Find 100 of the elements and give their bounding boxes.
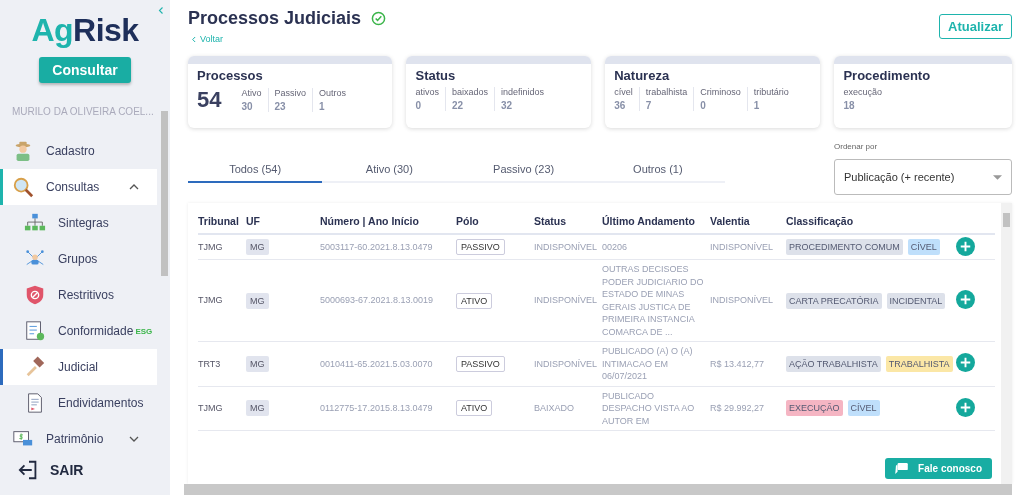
stat-value: 36 — [614, 100, 627, 111]
card-title: Natureza — [614, 68, 671, 83]
classification-tag: CÍVEL — [907, 239, 940, 255]
esg-label: ESG — [135, 326, 153, 336]
stat-label: ativos — [415, 87, 439, 97]
card-title: Procedimento — [843, 68, 932, 83]
table-cell-text: 0010411-65.2021.5.03.0070 — [320, 357, 434, 371]
nav-item[interactable]: Consultas — [0, 169, 157, 205]
chevron-left-icon — [191, 35, 196, 43]
stat-label: indefinidos — [501, 87, 545, 97]
table-cell-text: INDISPONÍVEL — [534, 294, 599, 308]
stat-label: tributário — [753, 87, 789, 97]
nav-subitem[interactable]: Judicial — [0, 349, 157, 385]
state-tag: MG — [246, 355, 269, 372]
stat-label: Passivo — [274, 88, 306, 98]
shield-icon — [24, 284, 46, 306]
table-cell-text: TJMG — [198, 240, 224, 254]
table-cell-text: R$ 29.992,27 — [710, 402, 766, 415]
table-cell-text: PUBLICADO DESPACHO VISTA AO AUTOR EM — [602, 389, 696, 428]
table-cell-text: OUTRAS DECISOES PODER JUDICIARIO DO ESTADO DE MINAS GERAIS JUSTICA DE PRIMEIRA INSTANCIA COMARCA DE ... — [602, 263, 705, 339]
logout-button[interactable]: SAIR — [12, 459, 90, 481]
user-name: MURILO DA OLIVEIRA COEL... — [11, 105, 155, 119]
sort-select[interactable]: Publicação (+ recente) — [834, 159, 1012, 195]
stat-value: 30 — [241, 101, 254, 112]
classification-tag: INCIDENTAL — [886, 292, 946, 309]
classification-tag: TRABALHISTA — [885, 355, 953, 372]
column-header: UF — [246, 214, 261, 229]
stat-value: 7 — [645, 100, 653, 111]
tab[interactable]: Ativo (30) — [322, 157, 457, 183]
table-cell-text: INDISPONÍVEL — [534, 357, 599, 371]
stat-value: 18 — [843, 100, 856, 111]
nav-subitem[interactable]: Grupos — [0, 241, 157, 277]
polo-tag: PASSIVO — [456, 239, 505, 255]
column-header: Tribunal — [198, 214, 240, 229]
nav-subitem[interactable]: Conformidade ESG — [0, 313, 157, 349]
nav-subitem[interactable]: Restritivos — [0, 277, 157, 313]
checklist-icon — [24, 320, 46, 342]
table-cell-text: 0112775-17.2015.8.13.0479 — [320, 402, 434, 415]
table-cell-text: INDISPONÍVEL — [710, 294, 775, 308]
total-count: 54 — [197, 87, 222, 113]
state-tag: MG — [246, 292, 269, 309]
stat-label: Criminoso — [700, 87, 741, 97]
polo-tag: ATIVO — [456, 400, 493, 417]
nav-subitem[interactable]: Endividamentos — [0, 385, 157, 421]
stat-label: trabalhista — [645, 87, 688, 97]
table-cell-text: 5000693-67.2021.8.13.0019 — [320, 294, 435, 308]
nav-item[interactable]: Cadastro — [0, 133, 157, 169]
column-header: Classificação — [786, 214, 855, 229]
logo: AgRisk — [31, 12, 139, 49]
table-cell-text: TRT3 — [198, 357, 222, 371]
stat-label: execução — [843, 87, 882, 97]
tab[interactable]: Todos (54) — [188, 157, 323, 183]
stat-value: 0 — [700, 100, 707, 111]
stat-value: 0 — [415, 100, 423, 111]
classification-tag: AÇÃO TRABALHISTA — [786, 355, 881, 372]
tab[interactable]: Outros (1) — [590, 157, 725, 183]
add-icon[interactable] — [956, 290, 975, 309]
classification-tag: EXECUÇÃO — [786, 400, 843, 417]
classification-tag: CARTA PRECATÓRIA — [786, 292, 882, 309]
column-header: Último Andamento — [602, 214, 696, 229]
table-cell-text: 5003117-60.2021.8.13.0479 — [320, 240, 434, 254]
magnifier-icon — [12, 176, 34, 198]
caret-icon — [993, 174, 1002, 180]
table-cell-text: TJMG — [198, 402, 224, 415]
polo-tag: ATIVO — [456, 292, 493, 309]
scrollbar[interactable] — [1001, 203, 1012, 484]
classification-tag: CÍVEL — [847, 400, 880, 417]
scrollbar[interactable] — [184, 484, 1012, 495]
stat-label: Ativo — [241, 88, 262, 98]
state-tag: MG — [246, 400, 269, 417]
add-icon[interactable] — [956, 353, 975, 373]
classification-tag: PROCEDIMENTO COMUM — [786, 239, 903, 255]
column-header: Pólo — [456, 214, 480, 229]
state-tag: MG — [246, 239, 269, 255]
stat-label: Outros — [319, 88, 347, 98]
gavel-icon — [24, 356, 46, 378]
add-icon[interactable] — [956, 397, 975, 417]
stat-value: 32 — [501, 100, 514, 111]
sort-label: Ordenar por — [834, 142, 879, 151]
add-icon[interactable] — [956, 236, 975, 256]
column-header: Status — [534, 214, 568, 229]
nav-item[interactable]: Patrimônio — [0, 421, 157, 455]
stat-value: 22 — [452, 100, 465, 111]
polo-tag: PASSIVO — [456, 355, 505, 372]
stat-value: 1 — [753, 100, 761, 111]
nav-subitem[interactable]: Sintegras — [0, 205, 157, 241]
page-title: Processos Judiciais — [188, 8, 362, 29]
table-cell-text: PUBLICADO (A) O (A) INTIMACAO EM 06/07/2021 — [602, 345, 694, 383]
stat-value: 1 — [319, 101, 326, 112]
stat-value: 23 — [274, 101, 287, 112]
table-cell-text: BAIXADO — [534, 402, 575, 415]
column-header: Valentia — [710, 214, 751, 229]
table-cell-text: R$ 13.412,77 — [710, 357, 766, 371]
table-cell-text: INDISPONÍVEL — [534, 240, 599, 254]
column-header: Número | Ano Início — [320, 214, 420, 229]
tab[interactable]: Passivo (23) — [456, 157, 591, 183]
card-title: Status — [415, 68, 457, 83]
collapse-icon[interactable] — [158, 6, 164, 15]
stat-label: baixados — [452, 87, 488, 97]
table-cell-text: 00206 — [602, 240, 629, 254]
